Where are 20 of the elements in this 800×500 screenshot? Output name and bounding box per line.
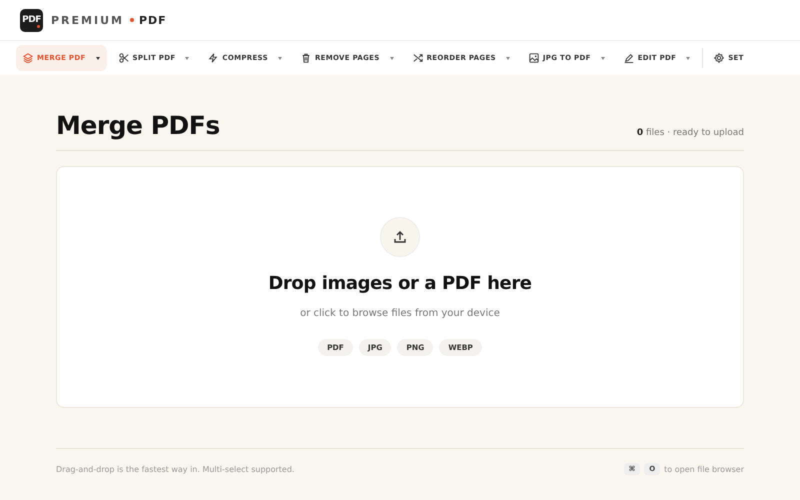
scissors-icon xyxy=(118,53,129,63)
shuffle-icon xyxy=(412,53,423,63)
lightning-icon xyxy=(208,53,218,63)
brand-name: PREMIUM xyxy=(51,14,124,26)
brand-suffix: PDF xyxy=(138,14,167,26)
file-count: 0 files · ready to upload xyxy=(636,128,744,140)
drop-heading: Drop images or a PDF here xyxy=(268,273,532,294)
upload-icon xyxy=(393,230,407,244)
layers-icon xyxy=(23,53,33,63)
page-title: Merge PDFs xyxy=(56,111,220,140)
trash-icon xyxy=(300,53,311,63)
image-icon xyxy=(528,53,539,63)
shortcut-hint: to open file browser xyxy=(664,464,744,474)
footer-hint: Drag-and-drop is the fastest way in. Multi-select supported. xyxy=(56,464,294,474)
dot-icon xyxy=(130,18,134,22)
logo: PDF xyxy=(20,8,43,32)
upload-button[interactable] xyxy=(380,217,420,257)
pen-icon xyxy=(624,53,634,63)
settings-icon xyxy=(714,53,724,63)
drop-subtext: or click to browse files from your device xyxy=(300,308,500,319)
